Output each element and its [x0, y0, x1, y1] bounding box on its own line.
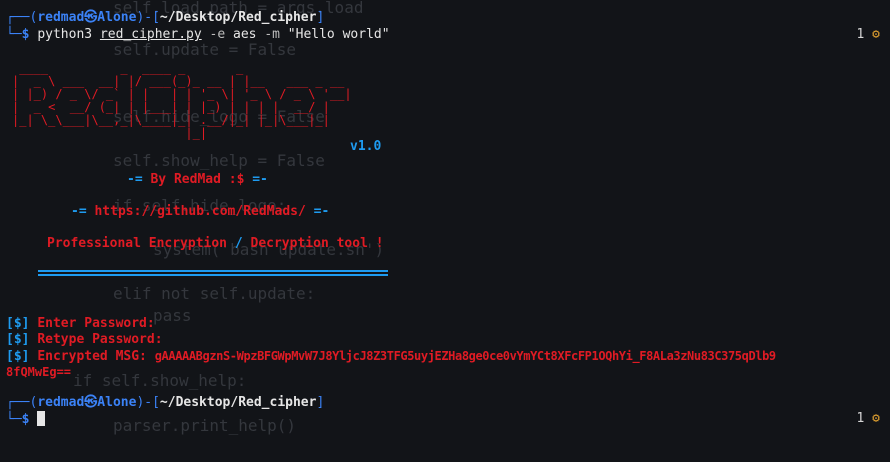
command-line-2[interactable]: └─$ — [6, 411, 46, 428]
author-line: -= By RedMad :$ =- — [127, 172, 268, 187]
prompt-host: Alone — [97, 395, 137, 410]
github-line: -= https://github.com/RedMads/ =- — [71, 204, 330, 219]
prompt-path: ~/Desktop/Red_cipher — [159, 10, 317, 25]
ascii-logo: ____ _ ____ _ _ | _ \ ___ __| |/ ___(_)_… — [12, 61, 352, 140]
author-text: By RedMad :$ — [150, 172, 245, 187]
separator-line — [38, 274, 388, 276]
terminal[interactable]: ┌──(redmad㉿Alone)-[~/Desktop/Red_cipher]… — [0, 0, 890, 462]
cmd-script: red_cipher.py — [99, 27, 202, 42]
gear-icon: ⚙ — [872, 411, 880, 426]
text-cursor — [37, 411, 46, 426]
prompt-user: redmad — [37, 10, 85, 25]
cmd-arg: aes — [233, 27, 257, 42]
cmd-program: python3 — [37, 27, 93, 42]
cmd-flag: -e — [209, 27, 226, 42]
job-count: 1 — [856, 27, 865, 42]
enter-password-line: [$] Enter Password: — [6, 316, 155, 331]
version-label: v1.0 — [350, 139, 382, 154]
cmd-flag: -m — [264, 27, 280, 42]
prompt-path: ~/Desktop/Red_cipher — [159, 395, 317, 410]
retype-password-line: [$] Retype Password: — [6, 332, 163, 347]
gear-icon: ⚙ — [872, 27, 880, 42]
job-indicator: 1 ⚙ — [857, 27, 880, 43]
prompt-header-2: ┌──(redmad㉿Alone)-[~/Desktop/Red_cipher] — [6, 395, 325, 410]
prompt-host: Alone — [97, 10, 137, 25]
job-indicator-2: 1 ⚙ — [857, 411, 880, 427]
cmd-arg: "Hello world" — [287, 27, 390, 42]
encrypted-value-cont[interactable]: 8fQMwEg== — [6, 364, 71, 380]
skull-icon: ㉿ — [84, 10, 98, 25]
skull-icon: ㉿ — [84, 395, 98, 410]
prompt-user: redmad — [37, 395, 85, 410]
github-link[interactable]: https://github.com/RedMads/ — [94, 204, 305, 219]
job-count: 1 — [856, 411, 865, 426]
encrypted-msg-line: [$] Encrypted MSG: gAAAAABgznS-WpzBFGWpM… — [6, 349, 776, 364]
command-line: └─$ python3 red_cipher.py -e aes -m "Hel… — [6, 27, 390, 42]
prompt-header: ┌──(redmad㉿Alone)-[~/Desktop/Red_cipher] — [6, 10, 325, 25]
encrypted-value[interactable]: gAAAAABgznS-WpzBFGWpMvW7J8YljcJ8Z3TFG5uy… — [155, 349, 776, 363]
separator-line — [38, 270, 388, 272]
tagline: Professional Encryption / Decryption too… — [47, 236, 384, 251]
